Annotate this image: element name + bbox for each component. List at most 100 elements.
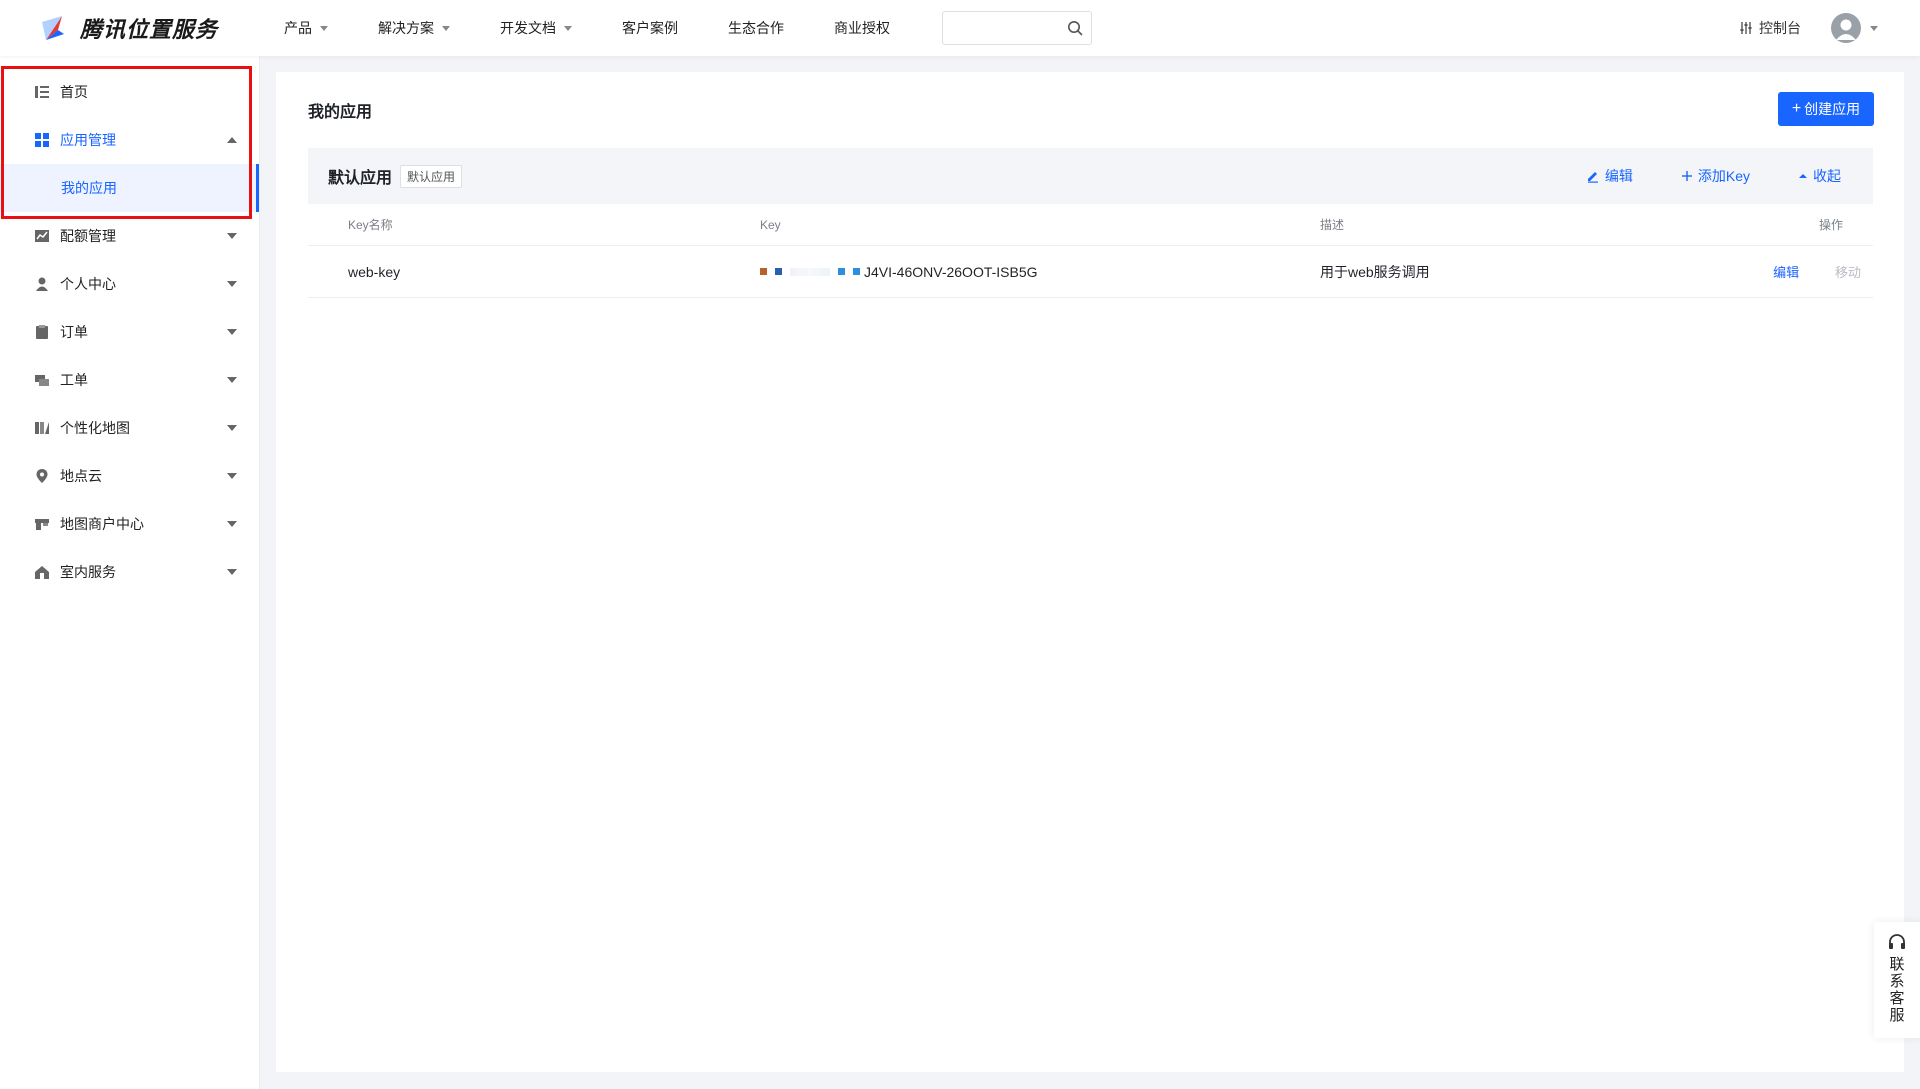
app-name: 默认应用 bbox=[328, 170, 393, 187]
nav-item-cases[interactable]: 客户案例 bbox=[622, 18, 678, 38]
sidebar-item-label: 个人中心 bbox=[60, 276, 116, 292]
add-key-button[interactable]: 添加Key bbox=[1681, 166, 1750, 186]
brand-logo[interactable]: 腾讯位置服务 bbox=[38, 12, 228, 44]
sidebar-item-home[interactable]: 首页 bbox=[0, 68, 259, 116]
map-style-icon bbox=[35, 422, 49, 434]
nav-item-ecosystem[interactable]: 生态合作 bbox=[728, 18, 784, 38]
search-input[interactable] bbox=[951, 12, 1061, 44]
nav-item-licensing[interactable]: 商业授权 bbox=[834, 18, 890, 38]
caret-up-icon bbox=[227, 137, 237, 143]
sidebar-item-label: 应用管理 bbox=[60, 132, 116, 148]
location-pin-icon bbox=[36, 469, 48, 483]
column-header-key: Key bbox=[760, 217, 781, 232]
nav-item-products[interactable]: 产品 bbox=[284, 18, 328, 38]
app-card: 默认应用 默认应用 编辑 添加Key 收起 Key名称 Key 描述 操作 we… bbox=[308, 148, 1873, 298]
nav-item-label: 开发文档 bbox=[500, 20, 556, 36]
clipboard-icon bbox=[36, 325, 48, 339]
nav-item-solutions[interactable]: 解决方案 bbox=[378, 18, 450, 38]
headset-icon bbox=[1889, 934, 1905, 949]
sidebar-item-label: 首页 bbox=[60, 84, 88, 100]
sidebar-item-tickets[interactable]: 工单 bbox=[0, 356, 259, 404]
console-link[interactable]: 控制台 bbox=[1738, 18, 1801, 38]
edit-key-link[interactable]: 编辑 bbox=[1773, 265, 1799, 280]
sidebar-subitem-my-apps[interactable]: 我的应用 bbox=[0, 164, 259, 212]
key-table-header: Key名称 Key 描述 操作 bbox=[308, 204, 1873, 246]
sidebar-item-label: 订单 bbox=[60, 324, 88, 340]
caret-down-icon bbox=[227, 281, 237, 287]
app-card-header: 默认应用 默认应用 编辑 添加Key 收起 bbox=[308, 148, 1873, 204]
sidebar-item-indoor[interactable]: 室内服务 bbox=[0, 548, 259, 596]
key-value-cell: J4VI-46ONV-26OOT-ISB5G bbox=[760, 264, 1320, 280]
user-avatar[interactable] bbox=[1831, 13, 1861, 43]
caret-up-icon bbox=[1799, 174, 1807, 178]
column-header-ops: 操作 bbox=[1818, 218, 1843, 232]
redaction-mark bbox=[775, 268, 782, 275]
plus-icon bbox=[1681, 171, 1692, 181]
caret-down-icon bbox=[564, 25, 572, 31]
sidebar-item-label: 工单 bbox=[60, 372, 88, 388]
nav-item-label: 解决方案 bbox=[378, 20, 434, 36]
sidebar-item-label: 地点云 bbox=[60, 468, 102, 484]
edit-app-button[interactable]: 编辑 bbox=[1586, 166, 1633, 186]
sidebar-item-label: 地图商户中心 bbox=[60, 516, 144, 532]
list-icon bbox=[35, 86, 49, 98]
console-label: 控制台 bbox=[1759, 20, 1801, 36]
nav-item-label: 产品 bbox=[284, 20, 312, 36]
search-box bbox=[942, 11, 1092, 45]
caret-down-icon bbox=[442, 25, 450, 31]
move-key-link[interactable]: 移动 bbox=[1835, 265, 1861, 280]
caret-down-icon bbox=[227, 377, 237, 383]
redaction-blur bbox=[790, 267, 830, 276]
plus-icon: + bbox=[1791, 100, 1802, 117]
search-icon[interactable] bbox=[1067, 20, 1083, 36]
sidebar-item-merchant-center[interactable]: 地图商户中心 bbox=[0, 500, 259, 548]
column-header-desc: 描述 bbox=[1320, 218, 1345, 232]
table-row: web-key J4VI-46ONV-26OOT-ISB5G 用于web服务调用… bbox=[308, 246, 1873, 298]
redaction-mark bbox=[760, 268, 767, 275]
sliders-icon bbox=[1740, 22, 1752, 34]
sidebar-subitem-label: 我的应用 bbox=[61, 180, 117, 196]
key-value-text[interactable]: J4VI-46ONV-26OOT-ISB5G bbox=[864, 264, 1038, 280]
main-nav: 产品 解决方案 开发文档 客户案例 生态合作 商业授权 bbox=[284, 11, 1092, 45]
user-avatar-icon bbox=[1836, 19, 1856, 40]
page-title: 我的应用 bbox=[308, 104, 373, 121]
redaction-mark bbox=[838, 268, 845, 275]
brand-name: 腾讯位置服务 bbox=[80, 17, 219, 42]
ticket-icon bbox=[35, 375, 49, 386]
top-right-tools: 控制台 bbox=[1738, 13, 1878, 43]
column-header-name: Key名称 bbox=[348, 218, 393, 232]
nav-item-label: 客户案例 bbox=[622, 20, 678, 36]
sidebar-item-profile[interactable]: 个人中心 bbox=[0, 260, 259, 308]
sidebar-item-orders[interactable]: 订单 bbox=[0, 308, 259, 356]
caret-down-icon[interactable] bbox=[1870, 25, 1878, 31]
nav-item-docs[interactable]: 开发文档 bbox=[500, 18, 572, 38]
indoor-icon bbox=[35, 566, 49, 579]
store-icon bbox=[35, 519, 49, 530]
contact-support-button[interactable]: 联系客服 bbox=[1874, 922, 1920, 1038]
sidebar-item-custom-map[interactable]: 个性化地图 bbox=[0, 404, 259, 452]
key-name-cell: web-key bbox=[348, 263, 401, 280]
add-key-label: 添加Key bbox=[1697, 168, 1750, 184]
sidebar-item-app-management[interactable]: 应用管理 bbox=[0, 116, 259, 164]
edit-app-label: 编辑 bbox=[1604, 168, 1633, 184]
top-navbar: 腾讯位置服务 产品 解决方案 开发文档 客户案例 生态合作 商业授权 控制台 bbox=[0, 0, 1920, 56]
sidebar-item-label: 配额管理 bbox=[60, 228, 116, 244]
create-app-button[interactable]: + 创建应用 bbox=[1778, 92, 1874, 126]
create-app-label: 创建应用 bbox=[1804, 101, 1861, 117]
key-desc-cell: 用于web服务调用 bbox=[1320, 263, 1430, 280]
caret-down-icon bbox=[320, 25, 328, 31]
app-actions: 编辑 添加Key 收起 bbox=[1538, 166, 1841, 186]
sidebar: 首页 应用管理 我的应用 配额管理 个人中心 订单 工单 个性化地图 地点云 地… bbox=[0, 56, 260, 1089]
grid-icon bbox=[35, 133, 49, 147]
brand-logo-icon bbox=[38, 12, 70, 44]
collapse-button[interactable]: 收起 bbox=[1798, 166, 1841, 186]
caret-down-icon bbox=[227, 329, 237, 335]
sidebar-item-label: 个性化地图 bbox=[60, 420, 130, 436]
user-icon bbox=[36, 277, 48, 291]
redaction-mark bbox=[853, 268, 860, 275]
sidebar-item-quota[interactable]: 配额管理 bbox=[0, 212, 259, 260]
sidebar-item-place-cloud[interactable]: 地点云 bbox=[0, 452, 259, 500]
caret-down-icon bbox=[227, 569, 237, 575]
contact-support-label: 联系客服 bbox=[1889, 956, 1905, 1024]
app-tag: 默认应用 bbox=[400, 164, 463, 188]
